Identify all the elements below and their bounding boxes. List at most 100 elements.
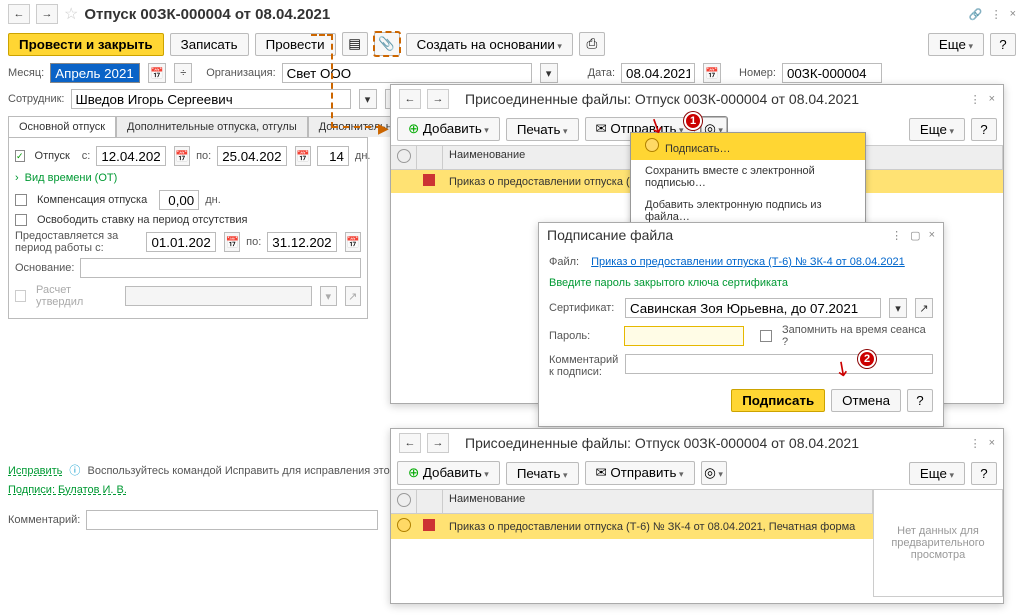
emp-pick-icon[interactable]: ▾ xyxy=(359,89,377,109)
remember-checkbox[interactable] xyxy=(760,330,772,342)
fav-star-icon[interactable]: ☆ xyxy=(64,4,78,24)
badge-2: 2 xyxy=(858,350,876,368)
cert-pick-icon[interactable]: ▾ xyxy=(889,298,907,318)
cmt-input[interactable] xyxy=(625,354,933,374)
dd-save-with-sig[interactable]: Сохранить вместе с электронной подписью… xyxy=(631,160,865,194)
af2-row-1[interactable]: Приказ о предоставлении отпуска (Т-6) № … xyxy=(391,514,873,539)
month-label: Месяц: xyxy=(8,67,44,79)
date-input[interactable] xyxy=(621,63,695,83)
tab-extra-vacation[interactable]: Дополнительные отпуска, отгулы xyxy=(116,116,308,137)
free-rate-checkbox[interactable] xyxy=(15,214,27,226)
emp-input[interactable] xyxy=(71,89,351,109)
af-help-button[interactable]: ? xyxy=(971,118,997,141)
num-input[interactable] xyxy=(782,63,882,83)
remember-label: Запомнить на время сеанса ? xyxy=(782,324,933,348)
sign-help-button[interactable]: ? xyxy=(907,389,933,412)
af2-add-button[interactable]: ⊕ Добавить xyxy=(397,461,500,485)
af2-print-button[interactable]: Печать xyxy=(506,462,579,485)
sign-title: Подписание файла xyxy=(547,227,673,243)
nav-fwd[interactable]: → xyxy=(36,4,58,24)
af2-col-name: Наименование xyxy=(443,490,873,513)
comp-label: Компенсация отпуска xyxy=(37,194,147,206)
comp-days-unit: дн. xyxy=(205,194,221,206)
to-cal-icon[interactable]: 📅 xyxy=(295,146,311,166)
post-close-button[interactable]: Провести и закрыть xyxy=(8,33,164,56)
month-step-icon[interactable]: ÷ xyxy=(174,63,192,83)
signatures-link[interactable]: Подписи: Булатов И. В. xyxy=(8,484,127,496)
af-close-icon[interactable]: × xyxy=(989,93,995,105)
save-button[interactable]: Записать xyxy=(170,33,249,56)
comment-input[interactable] xyxy=(86,510,378,530)
af2-menu-icon[interactable]: ⋮ xyxy=(970,437,981,450)
pto-cal-icon[interactable]: 📅 xyxy=(345,232,361,252)
emp-label: Сотрудник: xyxy=(8,93,65,105)
date-to-input[interactable] xyxy=(217,146,287,166)
org-input[interactable] xyxy=(282,63,532,83)
af2-help-button[interactable]: ? xyxy=(971,462,997,485)
cert-input[interactable] xyxy=(625,298,881,318)
af-add-button[interactable]: ⊕ Добавить xyxy=(397,117,500,141)
af-nav-fwd[interactable]: → xyxy=(427,89,449,109)
af2-nav-fwd[interactable]: → xyxy=(427,433,449,453)
calc-approved-checkbox xyxy=(15,290,26,302)
more-button[interactable]: Еще xyxy=(928,33,984,56)
comp-checkbox[interactable] xyxy=(15,194,27,206)
af2-col-icon1 xyxy=(391,490,417,513)
pwd-input[interactable] xyxy=(624,326,744,346)
date-from-input[interactable] xyxy=(96,146,166,166)
fix-link[interactable]: Исправить xyxy=(8,465,62,477)
vacation-checkbox[interactable] xyxy=(15,150,25,162)
period-from-input[interactable] xyxy=(146,232,216,252)
comp-days-input[interactable] xyxy=(159,190,199,210)
af-more-button[interactable]: Еще xyxy=(909,118,965,141)
month-cal-icon[interactable]: 📅 xyxy=(148,63,166,83)
print-icon-button[interactable]: ⎙ xyxy=(579,32,605,56)
menu-dots-icon[interactable]: ⋮ xyxy=(991,8,1002,21)
help-button[interactable]: ? xyxy=(990,33,1016,56)
days-input[interactable] xyxy=(317,146,349,166)
af-nav-back[interactable]: ← xyxy=(399,89,421,109)
af2-send-button[interactable]: ✉ Отправить xyxy=(585,461,695,485)
af-col-icon2 xyxy=(417,146,443,169)
af-menu-icon[interactable]: ⋮ xyxy=(970,93,981,106)
period-to-label: по: xyxy=(246,236,261,248)
pfrom-cal-icon[interactable]: 📅 xyxy=(224,232,240,252)
org-label: Организация: xyxy=(206,67,275,79)
sign-button[interactable]: Подписать xyxy=(731,389,825,412)
af2-sign-dropdown-button[interactable]: ◎ xyxy=(701,461,727,485)
expand-icon[interactable]: › xyxy=(15,172,19,184)
attach-icon-button[interactable]: 📎 xyxy=(374,32,400,56)
doc-icon-button[interactable]: ▤ xyxy=(342,32,368,56)
af2-close-icon[interactable]: × xyxy=(989,437,995,449)
from-cal-icon[interactable]: 📅 xyxy=(174,146,190,166)
create-based-button[interactable]: Создать на основании xyxy=(406,33,573,56)
date-cal-icon[interactable]: 📅 xyxy=(703,63,721,83)
cert-open-icon[interactable]: ↗ xyxy=(915,298,933,318)
af2-more-button[interactable]: Еще xyxy=(909,462,965,485)
tab-body: Отпуск с: 📅 по: 📅 дн. › Вид времени (ОТ)… xyxy=(8,137,368,319)
basis-input[interactable] xyxy=(80,258,361,278)
sign-close-icon[interactable]: × xyxy=(929,229,935,241)
af-print-button[interactable]: Печать xyxy=(506,118,579,141)
link-icon[interactable]: 🔗 xyxy=(969,8,983,21)
org-pick-icon[interactable]: ▾ xyxy=(540,63,558,83)
sign-menu-icon[interactable]: ⋮ xyxy=(891,229,902,242)
sign-max-icon[interactable]: ▢ xyxy=(910,229,920,242)
af2-nav-back[interactable]: ← xyxy=(399,433,421,453)
sign-file-label: Файл: xyxy=(549,256,579,268)
dd-sign[interactable]: Подписать… xyxy=(631,133,865,160)
close-icon[interactable]: × xyxy=(1010,8,1016,20)
pdf-icon xyxy=(423,174,435,186)
nav-back[interactable]: ← xyxy=(8,4,30,24)
calc-pick-icon: ▾ xyxy=(320,286,336,306)
period-to-input[interactable] xyxy=(267,232,337,252)
comment-label: Комментарий: xyxy=(8,514,80,526)
tab-main-vacation[interactable]: Основной отпуск xyxy=(8,116,116,137)
post-button[interactable]: Провести xyxy=(255,33,336,56)
time-kind-link[interactable]: Вид времени (ОТ) xyxy=(25,172,118,184)
cancel-button[interactable]: Отмена xyxy=(831,389,901,412)
month-input[interactable] xyxy=(50,63,140,83)
page-title: Отпуск 00ЗК-000004 от 08.04.2021 xyxy=(84,6,330,23)
sign-file-link[interactable]: Приказ о предоставлении отпуска (Т-6) № … xyxy=(591,256,905,268)
info-icon: ⓘ xyxy=(69,465,80,477)
